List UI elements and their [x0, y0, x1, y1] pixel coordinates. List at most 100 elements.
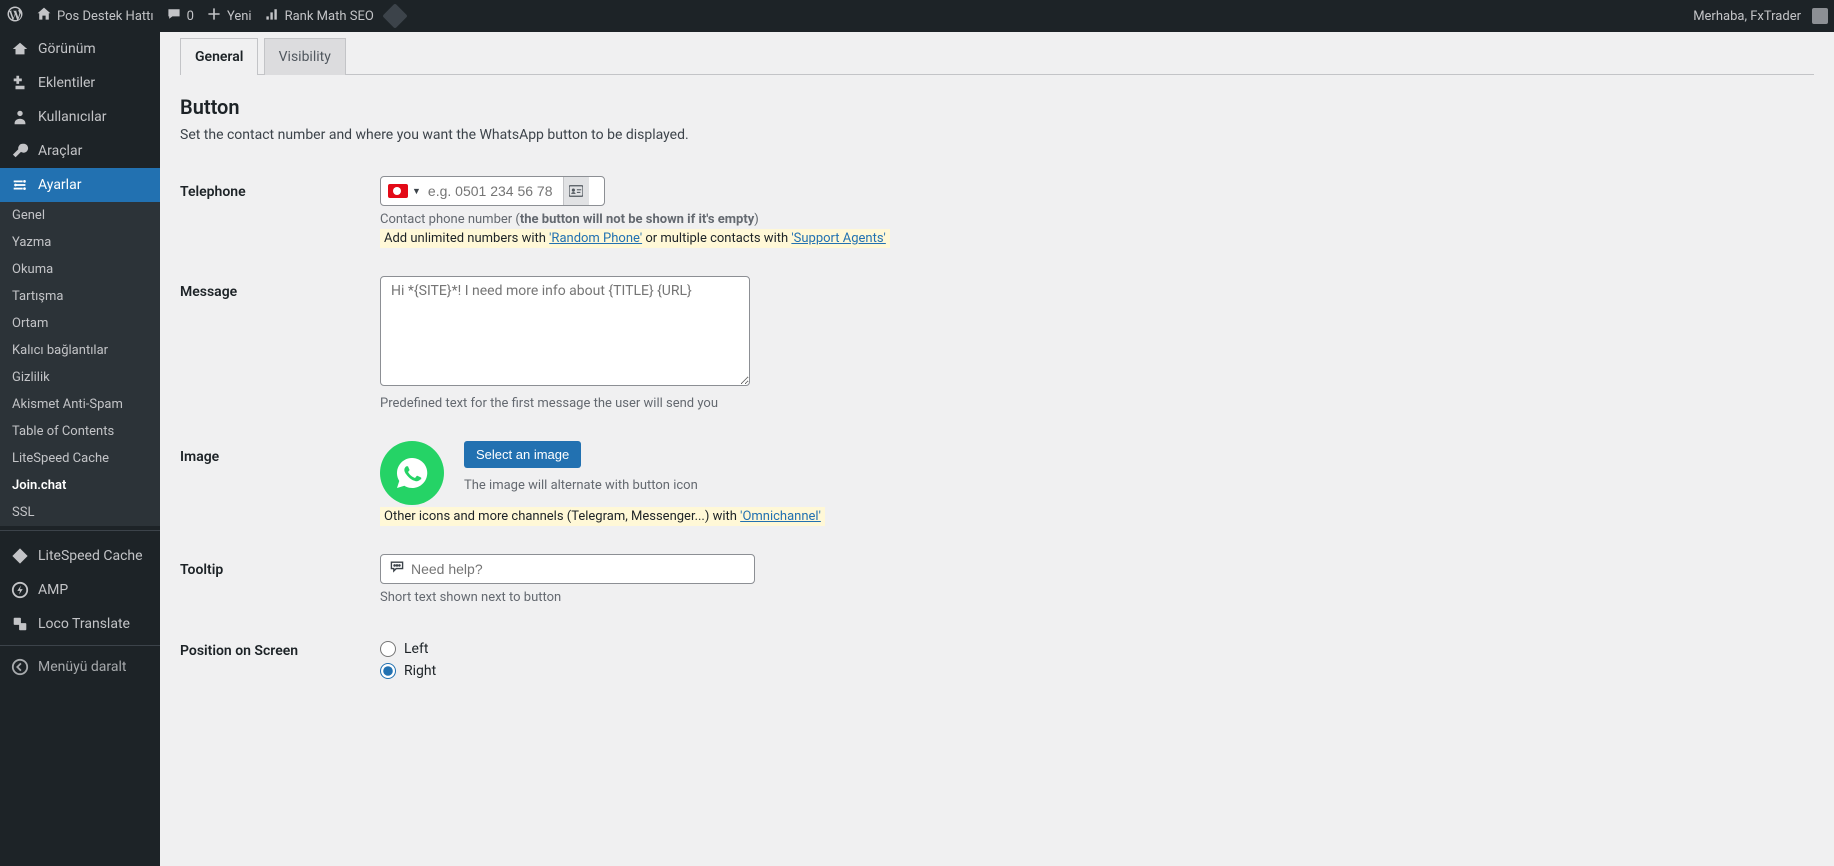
position-right-label: Right: [404, 663, 436, 679]
tab-visibility[interactable]: Visibility: [264, 38, 346, 75]
flag-tr-icon: [388, 184, 408, 198]
chart-bar-icon: [264, 6, 280, 26]
image-addon-note: Other icons and more channels (Telegram,…: [380, 509, 1180, 524]
comments-count: 0: [187, 9, 194, 24]
wp-logo-link[interactable]: [6, 5, 24, 27]
tabs: General Visibility: [180, 38, 1814, 75]
new-label: Yeni: [227, 9, 252, 24]
tools-icon: [10, 141, 30, 161]
submenu-okuma[interactable]: Okuma: [0, 256, 160, 283]
telephone-input-group: ▼: [380, 176, 605, 206]
tooltip-label: Tooltip: [180, 554, 380, 605]
sidebar-item-label: Ayarlar: [38, 177, 81, 193]
rankmath-link[interactable]: Rank Math SEO: [264, 6, 374, 26]
chevron-down-icon: ▼: [412, 186, 421, 197]
position-left-label: Left: [404, 641, 428, 657]
settings-icon: [10, 175, 30, 195]
admin-bar-left: Pos Destek Hattı 0 Yeni Rank Math SEO: [6, 5, 404, 27]
row-position: Position on Screen Left Right: [180, 620, 1814, 700]
omnichannel-link[interactable]: 'Omnichannel': [740, 509, 821, 524]
sidebar-item-araclar[interactable]: Araçlar: [0, 134, 160, 168]
support-agents-link[interactable]: 'Support Agents': [791, 231, 885, 246]
tab-general[interactable]: General: [180, 38, 258, 75]
plugins-icon: [10, 73, 30, 93]
litespeed-icon: [10, 546, 30, 566]
position-right-option[interactable]: Right: [380, 663, 1180, 679]
sidebar-item-label: Loco Translate: [38, 616, 130, 632]
form-table: Telephone ▼ Contact phone number (the bu…: [180, 161, 1814, 700]
amp-icon: [10, 580, 30, 600]
sidebar-item-eklentiler[interactable]: Eklentiler: [0, 66, 160, 100]
submenu-genel[interactable]: Genel: [0, 202, 160, 229]
submenu-joinchat[interactable]: Join.chat: [0, 472, 160, 499]
comments-link[interactable]: 0: [166, 6, 194, 26]
contact-card-icon[interactable]: [563, 177, 589, 205]
section-desc: Set the contact number and where you wan…: [180, 127, 1814, 143]
submenu-tartisma[interactable]: Tartışma: [0, 283, 160, 310]
home-icon: [36, 6, 52, 26]
message-label: Message: [180, 276, 380, 411]
message-textarea[interactable]: [380, 276, 750, 386]
sidebar-item-label: Kullanıcılar: [38, 109, 107, 125]
tooltip-desc: Short text shown next to button: [380, 590, 1180, 605]
content-area: General Visibility Button Set the contac…: [160, 32, 1834, 866]
diamond-icon: [382, 3, 407, 28]
admin-sidebar: Görünüm Eklentiler Kullanıcılar Araçlar …: [0, 32, 160, 866]
translate-icon: [10, 614, 30, 634]
position-label: Position on Screen: [180, 635, 380, 685]
position-right-radio[interactable]: [380, 663, 396, 679]
appearance-icon: [10, 39, 30, 59]
image-desc1: The image will alternate with button ico…: [464, 478, 698, 493]
sidebar-item-label: Eklentiler: [38, 75, 95, 91]
sidebar-item-gorunum[interactable]: Görünüm: [0, 32, 160, 66]
collapse-icon: [10, 657, 30, 677]
submenu-yazma[interactable]: Yazma: [0, 229, 160, 256]
submenu-kalici[interactable]: Kalıcı bağlantılar: [0, 337, 160, 364]
submenu-akismet[interactable]: Akismet Anti-Spam: [0, 391, 160, 418]
users-icon: [10, 107, 30, 127]
sidebar-item-label: AMP: [38, 582, 68, 598]
telephone-addon-note: Add unlimited numbers with 'Random Phone…: [380, 231, 1180, 246]
submenu-lscache[interactable]: LiteSpeed Cache: [0, 445, 160, 472]
submenu-gizlilik[interactable]: Gizlilik: [0, 364, 160, 391]
sidebar-item-amp[interactable]: AMP: [0, 573, 160, 607]
submenu-ssl[interactable]: SSL: [0, 499, 160, 526]
rankmath-label: Rank Math SEO: [285, 9, 374, 24]
sidebar-item-lscache[interactable]: LiteSpeed Cache: [0, 539, 160, 573]
telephone-desc: Contact phone number (the button will no…: [380, 212, 1180, 227]
row-telephone: Telephone ▼ Contact phone number (the bu…: [180, 161, 1814, 261]
submenu-toc[interactable]: Table of Contents: [0, 418, 160, 445]
sidebar-collapse[interactable]: Menüyü daralt: [0, 650, 160, 684]
tooltip-input[interactable]: [411, 561, 746, 577]
user-greeting-link[interactable]: Merhaba, FxTrader: [1693, 8, 1828, 24]
country-selector[interactable]: ▼: [381, 177, 428, 205]
sidebar-item-label: Menüyü daralt: [38, 659, 127, 675]
submenu-ortam[interactable]: Ortam: [0, 310, 160, 337]
user-greeting: Merhaba, FxTrader: [1693, 9, 1801, 24]
speech-bubble-icon: [389, 559, 405, 579]
select-image-button[interactable]: Select an image: [464, 441, 581, 468]
wordpress-icon: [6, 5, 24, 27]
sidebar-item-ayarlar[interactable]: Ayarlar: [0, 168, 160, 202]
new-content-link[interactable]: Yeni: [206, 6, 252, 26]
adminbar-extra-icon[interactable]: [386, 7, 404, 25]
sidebar-item-kullanicilar[interactable]: Kullanıcılar: [0, 100, 160, 134]
telephone-input[interactable]: [428, 177, 563, 205]
section-title: Button: [180, 95, 1814, 119]
image-label: Image: [180, 441, 380, 524]
position-left-radio[interactable]: [380, 641, 396, 657]
avatar-icon: [1812, 8, 1828, 24]
settings-submenu: Genel Yazma Okuma Tartışma Ortam Kalıcı …: [0, 202, 160, 526]
plus-icon: [206, 6, 222, 26]
row-tooltip: Tooltip Short text shown next to button: [180, 539, 1814, 620]
site-name: Pos Destek Hattı: [57, 9, 154, 24]
tooltip-input-wrap: [380, 554, 755, 584]
row-message: Message Predefined text for the first me…: [180, 261, 1814, 426]
sidebar-item-loco[interactable]: Loco Translate: [0, 607, 160, 641]
admin-bar-right: Merhaba, FxTrader: [1693, 8, 1828, 24]
message-desc: Predefined text for the first message th…: [380, 396, 1180, 411]
site-name-link[interactable]: Pos Destek Hattı: [36, 6, 154, 26]
admin-bar: Pos Destek Hattı 0 Yeni Rank Math SEO Me…: [0, 0, 1834, 32]
position-left-option[interactable]: Left: [380, 641, 1180, 657]
random-phone-link[interactable]: 'Random Phone': [549, 231, 642, 246]
